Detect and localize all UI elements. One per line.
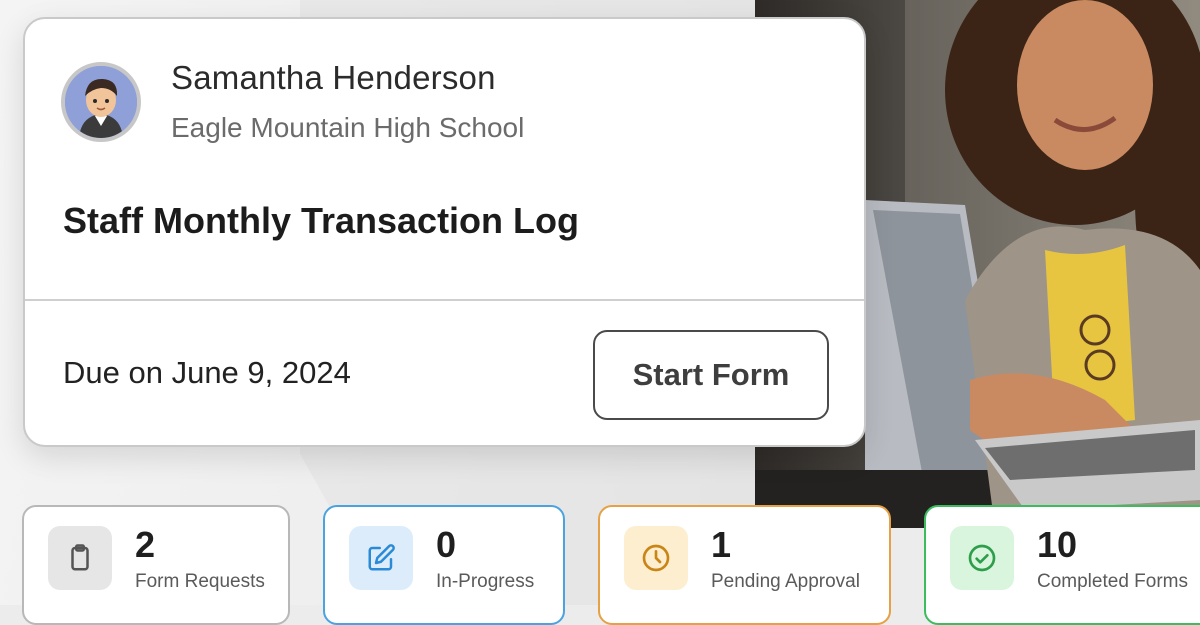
stat-value: 10 (1037, 524, 1078, 565)
clock-icon (624, 526, 688, 590)
avatar[interactable] (61, 62, 141, 142)
stat-label: Form Requests (135, 571, 265, 592)
stat-value: 2 (135, 524, 156, 565)
clipboard-icon (48, 526, 112, 590)
profile-name: Samantha Henderson (171, 59, 496, 96)
stat-label: Pending Approval (711, 571, 860, 592)
stat-pending-approval[interactable]: 1 Pending Approval (598, 505, 891, 625)
start-form-button[interactable]: Start Form (593, 330, 829, 420)
form-card: Samantha Henderson Eagle Mountain High S… (23, 17, 866, 447)
stat-label: In-Progress (436, 571, 535, 592)
check-circle-icon (950, 526, 1014, 590)
stat-label: Completed Forms (1037, 571, 1188, 592)
profile-school: Eagle Mountain High School (171, 112, 525, 143)
form-title: Staff Monthly Transaction Log (63, 200, 580, 241)
avatar-illustration (65, 66, 137, 138)
edit-icon (349, 526, 413, 590)
stat-value: 1 (711, 524, 732, 565)
divider (25, 299, 864, 301)
stat-value: 0 (436, 524, 457, 565)
stat-completed-forms[interactable]: 10 Completed Forms (924, 505, 1200, 625)
stat-form-requests[interactable]: 2 Form Requests (22, 505, 290, 625)
stat-in-progress[interactable]: 0 In-Progress (323, 505, 565, 625)
due-date: Due on June 9, 2024 (63, 355, 351, 390)
